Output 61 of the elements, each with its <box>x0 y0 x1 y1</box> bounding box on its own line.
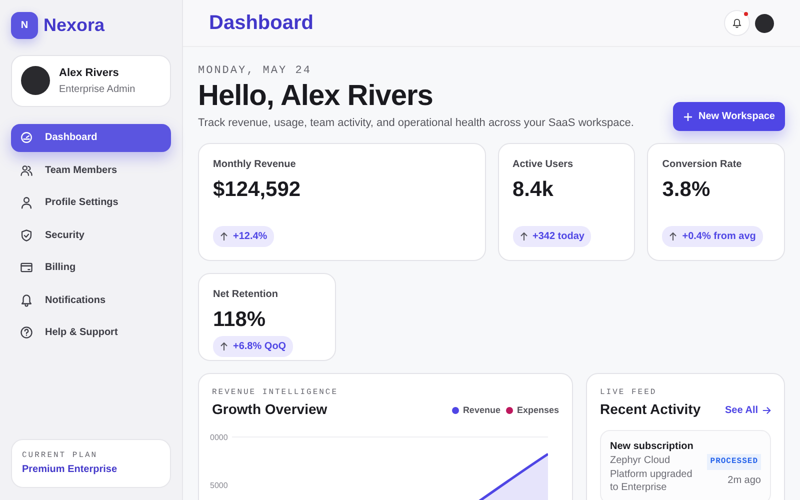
stat-value: 8.4k <box>512 177 554 204</box>
brand-name: Nexora <box>44 14 105 37</box>
sidebar-item[interactable]: Help & Support <box>11 318 171 346</box>
sidebar-item[interactable]: Team Members <box>11 156 171 184</box>
avatar[interactable] <box>755 14 774 32</box>
change-badge: +0.4% from avg <box>662 226 763 248</box>
arrow-up-icon <box>520 232 528 242</box>
plus-icon <box>682 112 693 122</box>
activity-text: Zephyr Cloud Platform upgraded to Enterprise <box>610 454 694 495</box>
help-icon <box>20 326 33 339</box>
date-label: MONDAY, MAY 24 <box>198 64 312 79</box>
stat-value: 118% <box>213 307 267 334</box>
stat-label: Conversion Rate <box>662 158 743 172</box>
new-workspace-button[interactable]: New Workspace <box>672 102 785 132</box>
arrow-up-icon <box>669 232 678 242</box>
legend-label: Expenses <box>516 404 559 418</box>
change-badge: +342 today <box>512 226 592 248</box>
stat-value: 3.8% <box>662 177 712 204</box>
avatar <box>21 66 50 96</box>
bell-icon <box>20 294 33 306</box>
gauge-icon <box>20 131 33 144</box>
users-icon <box>20 164 33 176</box>
section-title: Growth Overview <box>212 400 328 420</box>
section-eyebrow: REVENUE INTELLIGENCE <box>212 387 340 400</box>
plan-label: CURRENT PLAN <box>22 450 99 462</box>
arrow-up-icon <box>220 232 228 242</box>
activity-title: New subscription <box>610 440 694 454</box>
change-badge: +12.4% <box>213 226 274 248</box>
sidebar-item[interactable]: Profile Settings <box>11 188 171 216</box>
stat-label: Net Retention <box>213 288 279 302</box>
stat-label: Monthly Revenue <box>213 158 297 172</box>
shield-icon <box>20 228 33 242</box>
credit-card-icon <box>20 261 33 274</box>
arrow-right-icon <box>762 406 771 415</box>
sidebar-item[interactable]: Billing <box>11 254 171 282</box>
status-badge: PROCESSED <box>707 454 761 470</box>
user-icon <box>20 196 33 209</box>
activity-item[interactable]: New subscription Zephyr Cloud Platform upgraded to Enterprise PROCESSED 2m ago <box>600 430 771 500</box>
arrow-up-icon <box>220 342 228 351</box>
notifications-button[interactable] <box>724 10 750 36</box>
axis-label: 0000 <box>210 432 228 444</box>
sidebar-item[interactable]: Dashboard <box>11 124 171 152</box>
stat-label: Active Users <box>512 158 574 172</box>
bell-icon <box>732 18 742 28</box>
stat-value: $124,592 <box>213 177 302 204</box>
sidebar-item[interactable]: Security <box>11 221 171 249</box>
legend-label: Revenue <box>462 404 500 418</box>
activity-time: 2m ago <box>728 474 761 488</box>
user-name: Alex Rivers <box>59 66 120 81</box>
plan-name: Premium Enterprise <box>22 463 118 477</box>
greeting-subtitle: Track revenue, usage, team activity, and operational health across your SaaS workspace. <box>198 116 635 131</box>
sidebar-item[interactable]: Notifications <box>11 286 171 314</box>
logo-icon: N <box>11 12 38 39</box>
page-title: Dashboard <box>209 11 314 36</box>
section-title: Recent Activity <box>600 400 702 420</box>
see-all-link[interactable]: See All <box>725 402 771 420</box>
user-role: Enterprise Admin <box>59 82 136 96</box>
section-eyebrow: LIVE FEED <box>600 387 658 400</box>
greeting-heading: Hello, Alex Rivers <box>198 80 434 113</box>
axis-label: 5000 <box>210 480 228 492</box>
change-badge: +6.8% QoQ <box>213 336 294 357</box>
